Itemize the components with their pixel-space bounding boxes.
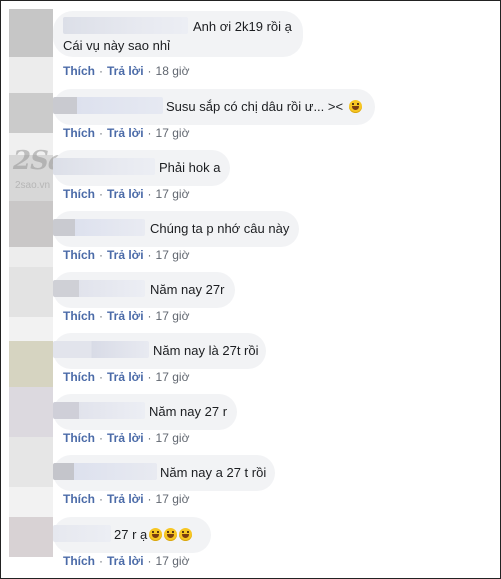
comment-actions: Thích · Trả lời · 17 giờ <box>63 126 190 140</box>
avatar-gap <box>9 57 53 93</box>
reply-link[interactable]: Trả lời <box>107 248 144 262</box>
reply-link[interactable]: Trả lời <box>107 187 144 201</box>
reply-link[interactable]: Trả lời <box>107 309 144 323</box>
reply-link[interactable]: Trả lời <box>107 554 144 568</box>
avatar[interactable] <box>9 93 53 133</box>
comment-time[interactable]: 17 giờ <box>156 370 190 384</box>
comment-time[interactable]: 17 giờ <box>156 248 190 262</box>
laughing-emoji-icon <box>348 100 362 113</box>
comment-actions: Thích · Trả lời · 17 giờ <box>63 431 190 445</box>
avatar[interactable] <box>9 155 53 201</box>
reply-link[interactable]: Trả lời <box>107 492 144 506</box>
reply-link[interactable]: Trả lời <box>107 431 144 445</box>
commenter-name[interactable] <box>63 17 188 34</box>
like-link[interactable]: Thích <box>63 370 95 384</box>
comment-text: Susu sắp có chị dâu rồi ư... >< <box>166 99 362 114</box>
commenter-name[interactable] <box>53 97 163 114</box>
commenter-name[interactable] <box>53 219 145 236</box>
commenter-name[interactable] <box>53 280 145 297</box>
comment-actions: Thích · Trả lời · 17 giờ <box>63 187 190 201</box>
avatar-gap <box>9 317 53 341</box>
commenter-name[interactable] <box>53 158 155 175</box>
reply-link[interactable]: Trả lời <box>107 370 144 384</box>
reply-link[interactable]: Trả lời <box>107 126 144 140</box>
avatar[interactable] <box>9 387 53 437</box>
comment-actions: Thích · Trả lời · 17 giờ <box>63 370 190 384</box>
comment-time[interactable]: 17 giờ <box>156 431 190 445</box>
laughing-emoji-icon <box>179 528 193 541</box>
comment-text: Anh ơi 2k19 rồi ạ <box>193 19 292 34</box>
avatar-gap <box>9 487 53 517</box>
comment-text: Năm nay a 27 t rồi <box>160 465 267 480</box>
like-link[interactable]: Thích <box>63 64 95 78</box>
comment-text: Cái vụ này sao nhỉ <box>63 38 170 53</box>
like-link[interactable]: Thích <box>63 309 95 323</box>
reply-link[interactable]: Trả lời <box>107 64 144 78</box>
like-link[interactable]: Thích <box>63 492 95 506</box>
commenter-name[interactable] <box>53 525 111 542</box>
comment-text: Năm nay 27r <box>150 282 225 297</box>
comment-actions: Thích · Trả lời · 17 giờ <box>63 248 190 262</box>
like-link[interactable]: Thích <box>63 187 95 201</box>
like-link[interactable]: Thích <box>63 431 95 445</box>
avatar[interactable] <box>9 341 53 387</box>
commenter-name[interactable] <box>53 341 149 358</box>
comment-time[interactable]: 17 giờ <box>156 126 190 140</box>
like-link[interactable]: Thích <box>63 248 95 262</box>
like-link[interactable]: Thích <box>63 126 95 140</box>
avatar[interactable] <box>9 201 53 247</box>
commenter-name[interactable] <box>53 463 157 480</box>
comment-actions: Thích · Trả lời · 17 giờ <box>63 492 190 506</box>
comment-text: Chúng ta p nhớ câu này <box>150 221 290 236</box>
comment-time[interactable]: 17 giờ <box>156 187 190 201</box>
comment-thread: 2Sao 2sao.vn Anh ơi 2k19 rồi ạ Cái vụ nà… <box>0 0 501 579</box>
comment-actions: Thích · Trả lời · 18 giờ <box>63 64 190 78</box>
laughing-emoji-icon <box>149 528 163 541</box>
avatar-column <box>9 9 53 557</box>
commenter-name[interactable] <box>53 402 145 419</box>
avatar[interactable] <box>9 437 53 487</box>
avatar-gap <box>9 247 53 267</box>
avatar[interactable] <box>9 267 53 317</box>
avatar[interactable] <box>9 9 53 57</box>
like-link[interactable]: Thích <box>63 554 95 568</box>
comment-text: Năm nay 27 r <box>149 404 228 419</box>
avatar[interactable] <box>9 517 53 557</box>
comment-text: Phải hok a <box>159 160 221 175</box>
comment-time[interactable]: 18 giờ <box>156 64 190 78</box>
comment-time[interactable]: 17 giờ <box>156 554 190 568</box>
laughing-emoji-icon <box>164 528 178 541</box>
comment-actions: Thích · Trả lời · 17 giờ <box>63 554 190 568</box>
comment-time[interactable]: 17 giờ <box>156 492 190 506</box>
avatar-gap <box>9 133 53 155</box>
comment-text: 27 r ạ <box>114 527 193 542</box>
comment-time[interactable]: 17 giờ <box>156 309 190 323</box>
comment-text: Năm nay là 27t rồi <box>153 343 259 358</box>
comment-actions: Thích · Trả lời · 17 giờ <box>63 309 190 323</box>
